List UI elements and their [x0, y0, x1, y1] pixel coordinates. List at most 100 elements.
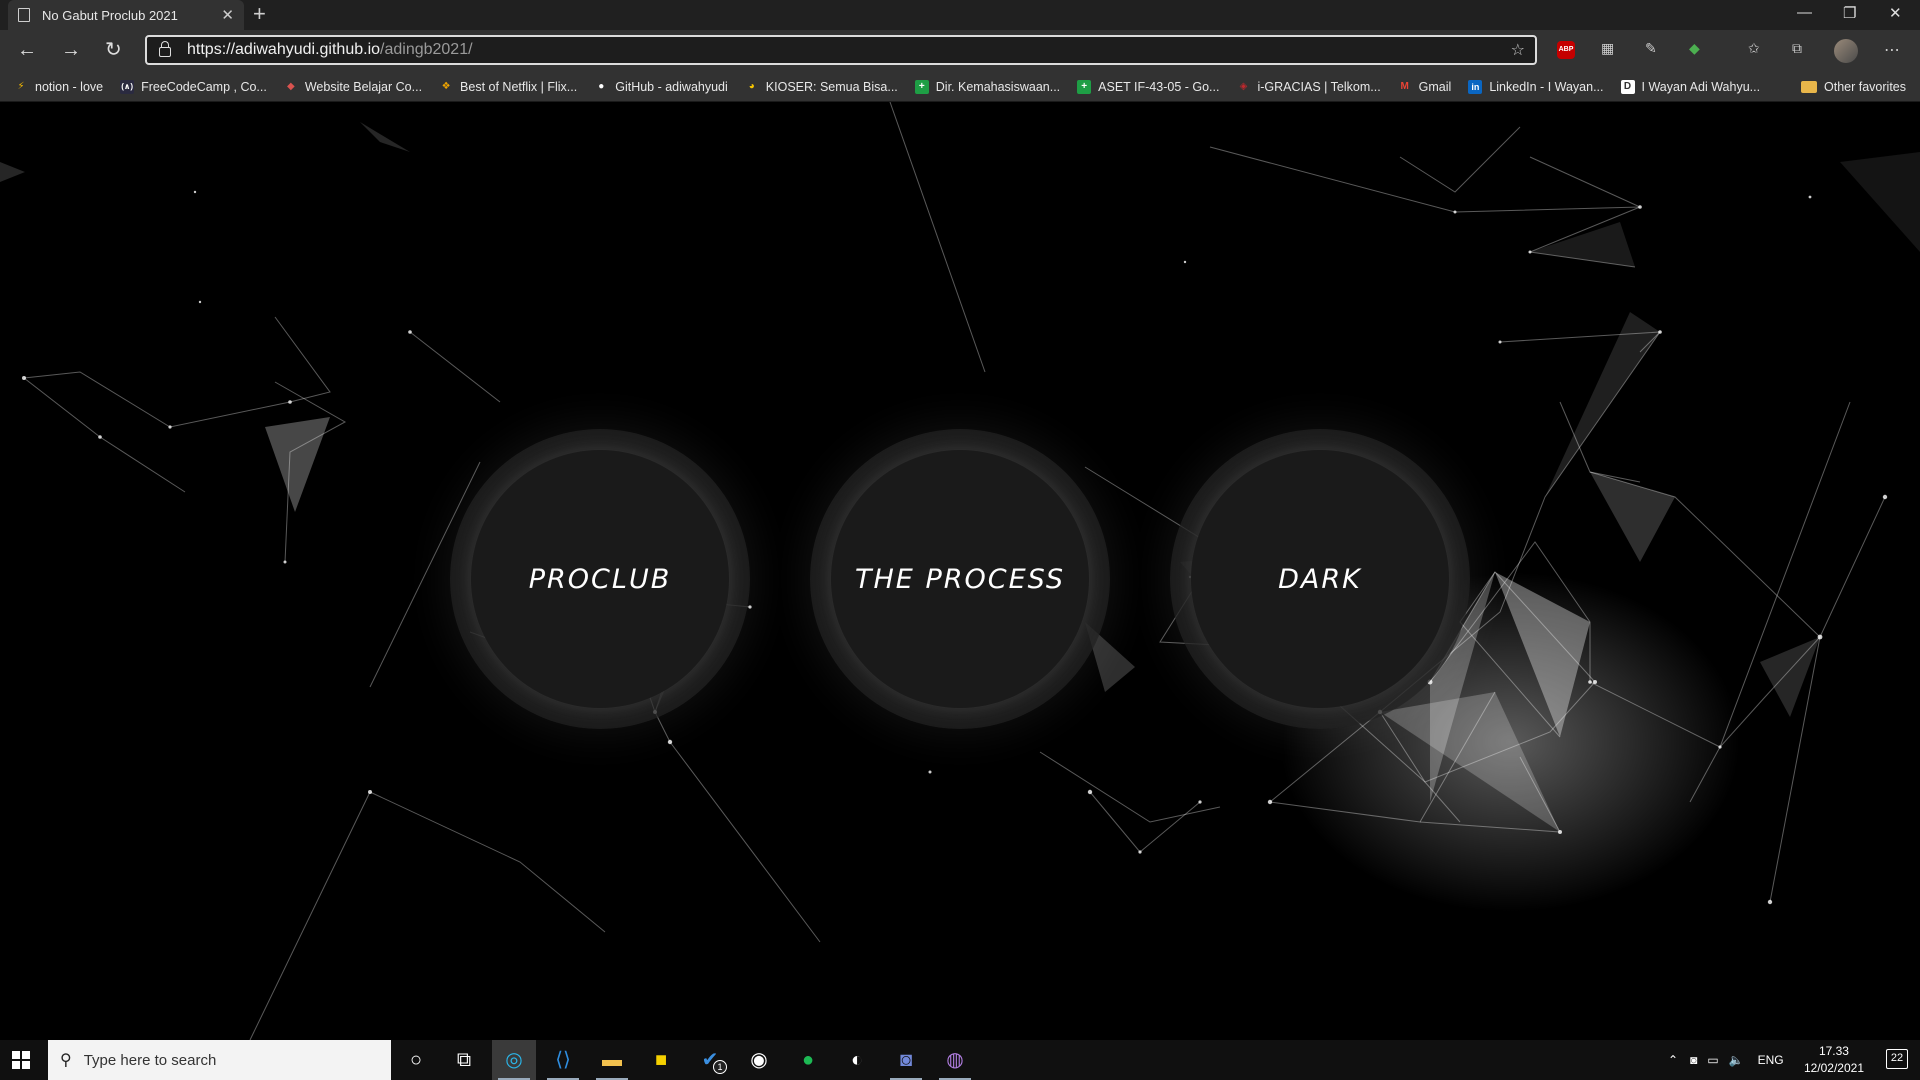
- sheets-icon: +: [914, 79, 929, 94]
- bookmark-item[interactable]: ◕ KIOSER: Semua Bisa...: [745, 80, 898, 94]
- todo-badge: 1: [713, 1060, 727, 1074]
- bookmark-item[interactable]: ❖ Best of Netflix | Flix...: [439, 79, 578, 94]
- sticky-notes-icon[interactable]: ■: [649, 1048, 673, 1072]
- spotify-icon[interactable]: ●: [796, 1048, 820, 1072]
- close-window-button[interactable]: ✕: [1889, 4, 1902, 22]
- taskbar-search[interactable]: ⚲ Type here to search: [48, 1040, 391, 1080]
- bookmarks-bar: ⚡ notion - love (∧) FreeCodeCamp , Co... ◆…: [0, 72, 1920, 102]
- bookmark-item[interactable]: + Dir. Kemahasiswaan...: [914, 79, 1061, 94]
- the-process-label: THE PROCESS: [855, 563, 1065, 595]
- language-indicator[interactable]: ENG: [1758, 1053, 1784, 1067]
- url-path: /adingb2021/: [380, 41, 473, 58]
- search-icon: ⚲: [60, 1052, 72, 1069]
- clock-time: 17.33: [1818, 1044, 1849, 1058]
- collections-icon[interactable]: ⧉: [1792, 40, 1802, 57]
- bookmark-icon: ⚡: [17, 80, 25, 92]
- new-tab-button[interactable]: +: [253, 3, 266, 25]
- proclub-button[interactable]: PROCLUB: [471, 450, 729, 708]
- forward-arrow-icon[interactable]: →: [61, 38, 81, 62]
- windows-start-icon[interactable]: [12, 1051, 30, 1069]
- steam-icon[interactable]: ◉: [747, 1048, 771, 1072]
- cortana-icon[interactable]: ○: [404, 1048, 428, 1072]
- tab-bar: No Gabut Proclub 2021 ✕ + — ❐ ✕: [0, 0, 1920, 30]
- bookmark-label: KIOSER: Semua Bisa...: [765, 79, 898, 94]
- bookmark-label: FreeCodeCamp , Co...: [141, 79, 267, 94]
- address-bar[interactable]: https://adiwahyudi.github.io/adingb2021/…: [145, 35, 1537, 65]
- bookmark-item[interactable]: M Gmail: [1398, 80, 1452, 94]
- app-icon[interactable]: ◍: [943, 1048, 967, 1072]
- the-process-button[interactable]: THE PROCESS: [831, 450, 1089, 708]
- page-viewport: PROCLUB THE PROCESS DARK: [0, 102, 1920, 1040]
- bookmark-icon: ❖: [441, 80, 451, 92]
- bookmark-item[interactable]: ● GitHub - adiwahyudi: [594, 80, 728, 94]
- profile-avatar[interactable]: [1834, 39, 1858, 63]
- bookmark-icon: ◆: [287, 80, 295, 92]
- system-clock[interactable]: 17.33 12/02/2021: [1804, 1043, 1864, 1077]
- bookmark-icon: ◈: [1239, 80, 1248, 92]
- bookmark-item[interactable]: in LinkedIn - I Wayan...: [1468, 79, 1604, 94]
- other-favorites-label: Other favorites: [1824, 80, 1906, 94]
- bookmark-item[interactable]: ◆ Website Belajar Co...: [284, 80, 422, 94]
- bookmark-icon: (∧): [120, 79, 135, 94]
- close-tab-icon[interactable]: ✕: [221, 6, 234, 24]
- bookmark-item[interactable]: + ASET IF-43-05 - Go...: [1077, 79, 1220, 94]
- bookmark-label: Best of Netflix | Flix...: [460, 79, 578, 94]
- other-favorites[interactable]: Other favorites: [1801, 72, 1906, 102]
- the-process-circle-wrapper: THE PROCESS: [810, 429, 1110, 729]
- tab-active[interactable]: No Gabut Proclub 2021 ✕: [8, 0, 244, 30]
- bookmark-label: notion - love: [35, 79, 104, 94]
- linkedin-icon: in: [1468, 79, 1483, 94]
- whatsapp-icon[interactable]: ◐: [845, 1048, 869, 1072]
- restore-button[interactable]: ❐: [1843, 4, 1856, 22]
- dark-button[interactable]: DARK: [1191, 450, 1449, 708]
- network-icon[interactable]: ▭: [1707, 1053, 1718, 1067]
- document-icon: [18, 8, 30, 22]
- color-extension-icon[interactable]: ◆: [1689, 40, 1700, 57]
- reload-icon[interactable]: ↻: [105, 38, 122, 62]
- favorites-icon[interactable]: ✩: [1748, 40, 1760, 57]
- task-view-icon[interactable]: ⧉: [452, 1048, 476, 1072]
- system-tray: ⌃ ◙ ▭ 🔈 ENG: [1668, 1040, 1784, 1080]
- bookmark-item[interactable]: ⚡ notion - love: [14, 80, 103, 94]
- browser-toolbar: ← → ↻ https://adiwahyudi.github.io/ading…: [0, 30, 1920, 72]
- bookmark-label: I Wayan Adi Wahyu...: [1641, 79, 1761, 94]
- add-favorite-icon[interactable]: ☆: [1511, 40, 1525, 60]
- bookmark-item[interactable]: ◈ i-GRACIAS | Telkom...: [1236, 79, 1381, 94]
- folder-icon: [1801, 81, 1818, 93]
- back-arrow-icon[interactable]: ←: [17, 38, 37, 62]
- chevron-up-icon[interactable]: ⌃: [1668, 1053, 1678, 1067]
- discord-icon[interactable]: ◙: [894, 1048, 918, 1072]
- bookmark-label: Dir. Kemahasiswaan...: [935, 79, 1061, 94]
- grid-extension-icon[interactable]: ▦: [1601, 40, 1614, 57]
- vscode-icon[interactable]: ⟨⟩: [551, 1048, 575, 1072]
- gmail-icon: M: [1400, 80, 1409, 92]
- file-explorer-icon[interactable]: ▬: [600, 1048, 624, 1072]
- bookmark-label: GitHub - adiwahyudi: [615, 79, 728, 94]
- bookmark-label: Gmail: [1418, 79, 1452, 94]
- adblock-extension-icon[interactable]: ABP: [1557, 41, 1575, 59]
- bookmark-label: LinkedIn - I Wayan...: [1489, 79, 1604, 94]
- windows-taskbar: ⚲ Type here to search ○ ⧉ ◎ ⟨⟩ ▬ ■ ✔ 1 ◉…: [0, 1040, 1920, 1080]
- dark-circle-wrapper: DARK: [1170, 429, 1470, 729]
- bookmark-label: ASET IF-43-05 - Go...: [1098, 79, 1220, 94]
- edge-browser-icon[interactable]: ◎: [502, 1048, 526, 1072]
- proclub-label: PROCLUB: [528, 563, 672, 595]
- volume-icon[interactable]: 🔈: [1729, 1053, 1744, 1067]
- github-icon: ●: [598, 80, 605, 92]
- discord-tray-icon[interactable]: ◙: [1690, 1053, 1697, 1067]
- bookmark-icon: ◕: [748, 80, 755, 92]
- more-menu-icon[interactable]: ⋯: [1884, 40, 1900, 60]
- tab-title: No Gabut Proclub 2021: [42, 7, 178, 23]
- bookmark-label: Website Belajar Co...: [304, 79, 423, 94]
- notification-center-icon[interactable]: 22: [1886, 1049, 1908, 1069]
- bookmark-item[interactable]: (∧) FreeCodeCamp , Co...: [120, 79, 267, 94]
- clock-date: 12/02/2021: [1803, 1061, 1864, 1075]
- proclub-circle-wrapper: PROCLUB: [450, 429, 750, 729]
- dark-label: DARK: [1278, 563, 1362, 595]
- pen-extension-icon[interactable]: ✎: [1645, 40, 1657, 57]
- sheets-icon: +: [1077, 79, 1092, 94]
- minimize-button[interactable]: —: [1797, 4, 1812, 21]
- bookmark-label: i-GRACIAS | Telkom...: [1257, 79, 1381, 94]
- url-host: https://adiwahyudi.github.io: [187, 41, 381, 58]
- bookmark-item[interactable]: D I Wayan Adi Wahyu...: [1620, 79, 1761, 94]
